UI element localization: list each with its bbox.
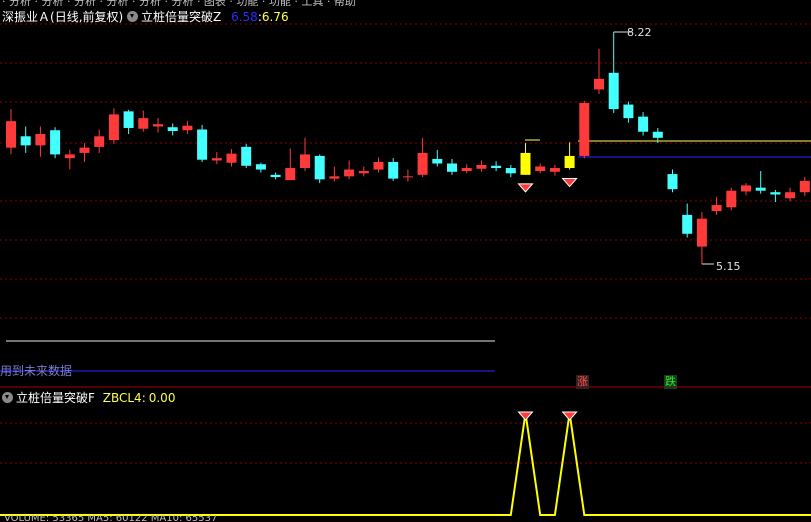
candle-body — [255, 164, 266, 170]
future-data-warning: 用到未来数据 — [0, 364, 73, 378]
limit-down-tag: 跌 — [664, 375, 677, 389]
candle-body — [461, 168, 472, 172]
candle-body — [35, 134, 46, 146]
candle-body — [108, 114, 119, 141]
signal-marker — [561, 178, 578, 188]
candle-body — [696, 218, 707, 247]
candle-body — [755, 187, 766, 191]
high-price-label: 8.22 — [627, 26, 652, 39]
candle-body — [432, 158, 443, 164]
bottom-status-strip: VOLUME: 53365 MA5: 60122 MA10: 65537 — [4, 515, 218, 522]
candle-body — [549, 168, 560, 172]
indicator-menu-icon[interactable] — [127, 11, 139, 22]
signal-marker — [517, 183, 534, 193]
candle-body — [241, 146, 252, 166]
candle-body — [300, 154, 310, 169]
candle-body — [608, 72, 619, 110]
candle-body — [373, 161, 384, 170]
sub-indicator-name[interactable]: 立桩倍量突破F — [16, 391, 95, 405]
main-panel-header: 深振业Ａ(日线,前复权) 立桩倍量突破Z 6.58:6.76 — [2, 10, 289, 24]
candle-body — [520, 152, 531, 175]
candle-body — [564, 155, 575, 169]
candle-body — [638, 116, 649, 132]
candle-body — [182, 125, 193, 131]
candle-body — [799, 180, 810, 193]
candle-body — [535, 166, 546, 172]
period-label: (日线,前复权) — [50, 10, 124, 24]
chart-canvas[interactable] — [0, 0, 811, 522]
candle-body — [50, 130, 61, 155]
candle-body — [785, 192, 796, 199]
candle-body — [388, 161, 399, 179]
candle-body — [447, 163, 457, 172]
candle-body — [211, 158, 222, 161]
candle-body — [314, 155, 325, 180]
candle-body — [623, 104, 634, 119]
candle-body — [667, 174, 678, 190]
candle-body — [197, 129, 208, 160]
sub-indicator-menu-icon[interactable] — [2, 392, 13, 403]
candle-body — [270, 174, 281, 178]
main-value2: 6.76 — [261, 10, 289, 24]
candle-body — [505, 168, 516, 174]
candle-body — [711, 205, 722, 212]
candle-body — [79, 147, 90, 153]
sub-signal-marker — [517, 411, 534, 421]
candle-body — [226, 153, 237, 163]
candle-body — [594, 78, 604, 90]
main-value1: 6.58 — [231, 10, 258, 24]
candle-body — [579, 103, 590, 156]
sub-signal-marker — [561, 411, 578, 421]
candle-body — [344, 169, 355, 177]
candle-body — [770, 192, 781, 195]
candle-body — [167, 127, 178, 131]
candle-body — [741, 185, 751, 192]
signal-series-line — [0, 412, 811, 516]
limit-up-tag: 涨 — [576, 375, 589, 389]
candle-body — [123, 111, 134, 128]
candle-body — [491, 165, 502, 169]
sub-field-name: ZBCL4 — [102, 391, 142, 405]
candle-body — [329, 176, 340, 179]
low-price-label: 5.15 — [716, 260, 741, 273]
candle-body — [417, 152, 428, 175]
sub-panel-header: 立桩倍量突破F ZBCL4: 0.00 — [2, 391, 175, 405]
candle-body — [153, 124, 163, 127]
candle-body — [94, 136, 105, 147]
candle-body — [20, 136, 31, 146]
sub-field-value: 0.00 — [148, 391, 176, 405]
sub-field-separator: : — [141, 391, 146, 405]
candle-body — [6, 121, 16, 148]
candle-body — [652, 131, 663, 138]
candle-body — [64, 154, 75, 159]
candle-body — [726, 190, 737, 208]
candle-body — [476, 165, 487, 169]
candle-body — [358, 171, 369, 174]
candle-body — [285, 168, 296, 181]
main-indicator-name[interactable]: 立桩倍量突破Z — [141, 10, 221, 24]
candle-body — [402, 176, 413, 178]
candle-body — [682, 214, 693, 234]
stock-name: 深振业Ａ — [2, 10, 51, 24]
candle-body — [138, 118, 149, 129]
